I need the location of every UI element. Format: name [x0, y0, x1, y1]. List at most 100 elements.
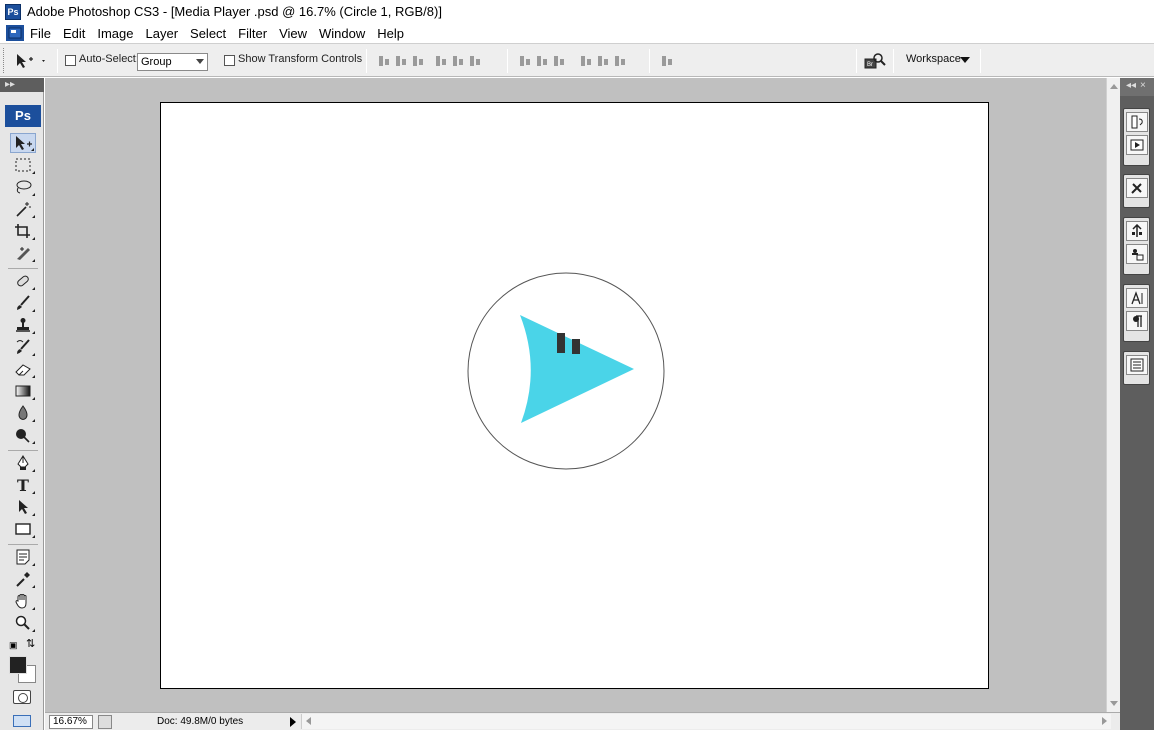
- menu-window[interactable]: Window: [313, 26, 371, 41]
- eraser-tool-icon: [15, 364, 31, 376]
- workspace-menu-label[interactable]: Workspace: [906, 53, 961, 65]
- distribute-horizontal-centers-icon[interactable]: [596, 53, 610, 69]
- auto-select-checkbox[interactable]: [65, 55, 76, 66]
- scroll-left-icon[interactable]: [306, 717, 311, 725]
- marquee-tool[interactable]: [10, 155, 36, 175]
- healing-brush-tool[interactable]: [10, 271, 36, 291]
- layer-comps-icon[interactable]: [1125, 355, 1148, 375]
- brushes-panel-icon[interactable]: [1125, 221, 1148, 241]
- paragraph-panel-icon[interactable]: [1125, 311, 1148, 331]
- brush-tool[interactable]: [10, 293, 36, 313]
- status-menu-arrow-icon[interactable]: [290, 717, 296, 727]
- notes-tool[interactable]: [10, 547, 36, 567]
- gradient-tool[interactable]: [10, 381, 36, 401]
- crop-tool[interactable]: [10, 221, 36, 241]
- scroll-right-icon[interactable]: [1102, 717, 1107, 725]
- pause-bar-left: [557, 333, 565, 353]
- vertical-scrollbar[interactable]: [1106, 78, 1120, 712]
- align-top-edges-icon[interactable]: [377, 53, 391, 69]
- menu-file[interactable]: File: [24, 26, 57, 41]
- crop-tool-icon: [15, 224, 30, 238]
- path-selection-tool-icon: [19, 500, 28, 514]
- marquee-tool-icon: [15, 158, 31, 172]
- distribute-left-edges-icon[interactable]: [579, 53, 593, 69]
- menu-edit[interactable]: Edit: [57, 26, 91, 41]
- photoshop-logo[interactable]: Ps: [5, 105, 41, 127]
- horizontal-scrollbar[interactable]: [301, 714, 1111, 729]
- bridge-icon: Br: [864, 53, 886, 69]
- scroll-down-icon[interactable]: [1110, 701, 1118, 706]
- panel-dock-header[interactable]: ◂◂ ×: [1120, 78, 1154, 96]
- move-tool[interactable]: [10, 133, 36, 153]
- menu-help[interactable]: Help: [371, 26, 410, 41]
- align-horizontal-centers-icon[interactable]: [451, 53, 465, 69]
- align-right-edges-icon[interactable]: [468, 53, 482, 69]
- distribute-bottom-edges-icon[interactable]: [552, 53, 566, 69]
- options-bar-grip[interactable]: [3, 48, 6, 73]
- zoom-level-field[interactable]: 16.67%: [49, 715, 93, 729]
- show-transform-controls-checkbox[interactable]: [224, 55, 235, 66]
- menu-filter[interactable]: Filter: [232, 26, 273, 41]
- distribute-top-edges-icon[interactable]: [518, 53, 532, 69]
- clone-source-panel-icon[interactable]: [1125, 244, 1148, 264]
- distribute-right-edges-icon[interactable]: [613, 53, 627, 69]
- tools-panel-header[interactable]: ▸▸: [0, 78, 44, 92]
- tools-panel: ▸▸ Ps T ▣ ⇅: [0, 78, 44, 730]
- tool-preset-picker[interactable]: [12, 51, 48, 71]
- panel-group-history: [1123, 108, 1150, 166]
- chevron-down-icon: [196, 59, 204, 64]
- rectangle-tool[interactable]: [10, 519, 36, 539]
- blur-tool-icon: [18, 405, 28, 420]
- type-tool[interactable]: T: [10, 475, 36, 495]
- align-bottom-edges-icon[interactable]: [411, 53, 425, 69]
- title-bar: Ps Adobe Photoshop CS3 - [Media Player .…: [0, 0, 1154, 23]
- swap-colors-icon[interactable]: ⇅: [26, 637, 35, 650]
- foreground-color-swatch[interactable]: [9, 656, 27, 674]
- auto-align-layers-icon[interactable]: [660, 53, 674, 69]
- menu-layer[interactable]: Layer: [140, 26, 185, 41]
- character-panel-icon[interactable]: [1125, 288, 1148, 308]
- clone-stamp-tool-icon: [16, 318, 30, 332]
- document-canvas[interactable]: [160, 102, 989, 689]
- dodge-tool[interactable]: [10, 425, 36, 445]
- screen-mode-icon[interactable]: [13, 715, 31, 727]
- collapse-chevrons-icon[interactable]: ◂◂: [1126, 80, 1136, 91]
- dodge-tool-icon: [16, 429, 30, 443]
- bridge-button[interactable]: Br: [862, 51, 888, 71]
- actions-panel-icon[interactable]: [1125, 135, 1148, 155]
- expand-chevrons-icon[interactable]: ▸▸: [5, 79, 15, 90]
- menu-view[interactable]: View: [273, 26, 313, 41]
- status-bar: 16.67% Doc: 49.8M/0 bytes: [45, 712, 1120, 730]
- close-icon[interactable]: ×: [1140, 80, 1146, 91]
- magic-wand-tool[interactable]: [10, 199, 36, 219]
- default-colors-icon[interactable]: ▣: [9, 640, 18, 651]
- lasso-tool[interactable]: [10, 177, 36, 197]
- document-menu-icon[interactable]: [6, 25, 24, 41]
- tool-presets-icon[interactable]: [1125, 178, 1148, 198]
- history-brush-tool[interactable]: [10, 337, 36, 357]
- slice-tool[interactable]: [10, 243, 36, 263]
- options-separator: [57, 49, 58, 73]
- blur-tool[interactable]: [10, 403, 36, 423]
- status-info-icon[interactable]: [98, 715, 112, 729]
- pen-tool[interactable]: [10, 453, 36, 473]
- quick-mask-icon[interactable]: [13, 690, 31, 704]
- zoom-tool[interactable]: [10, 613, 36, 633]
- hand-tool[interactable]: [10, 591, 36, 611]
- eyedropper-tool[interactable]: [10, 569, 36, 589]
- distribute-vertical-centers-icon[interactable]: [535, 53, 549, 69]
- align-vertical-centers-icon[interactable]: [394, 53, 408, 69]
- media-player-artwork: [467, 272, 665, 470]
- auto-select-target-dropdown[interactable]: Group: [137, 53, 208, 71]
- hand-tool-icon: [15, 594, 27, 609]
- align-left-edges-icon[interactable]: [434, 53, 448, 69]
- brush-tool-icon: [17, 295, 30, 310]
- eraser-tool[interactable]: [10, 359, 36, 379]
- path-selection-tool[interactable]: [10, 497, 36, 517]
- menu-image[interactable]: Image: [91, 26, 139, 41]
- clone-stamp-tool[interactable]: [10, 315, 36, 335]
- scroll-up-icon[interactable]: [1110, 84, 1118, 89]
- menu-select[interactable]: Select: [184, 26, 232, 41]
- history-panel-icon[interactable]: [1125, 112, 1148, 132]
- chevron-down-icon[interactable]: [960, 57, 970, 63]
